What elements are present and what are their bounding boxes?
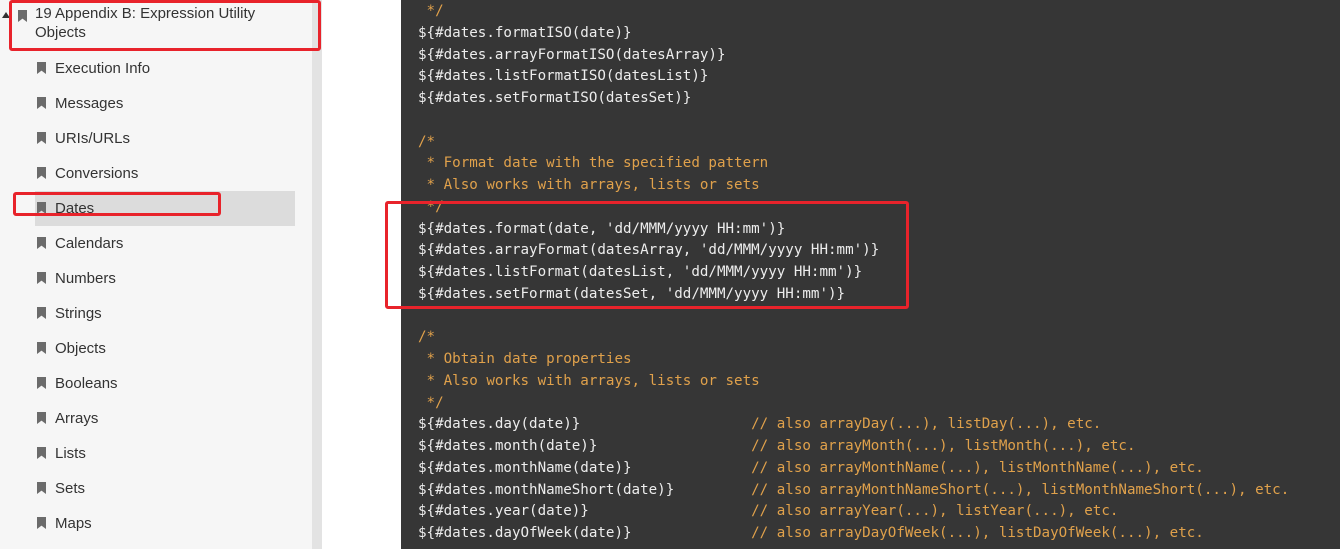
sidebar-item-label: Numbers (55, 270, 116, 287)
bookmark-icon (37, 377, 46, 389)
code-comment: * Also works with arrays, lists or sets (418, 372, 760, 389)
sidebar-item-sets[interactable]: Sets (35, 471, 295, 506)
sidebar-item-arrays[interactable]: Arrays (35, 401, 295, 436)
sidebar-item-lists[interactable]: Lists (35, 436, 295, 471)
code-comment: */ (418, 3, 444, 19)
code-line: * Obtain date properties (418, 348, 632, 370)
sidebar-item-label: Strings (55, 305, 102, 322)
code-comment: * Format date with the specified pattern (418, 155, 769, 172)
sidebar-item-calendars[interactable]: Calendars (35, 226, 295, 261)
bookmark-icon (37, 517, 46, 529)
code-text: ${#dates.setFormatISO(datesSet)} (418, 90, 692, 106)
sidebar-item-strings[interactable]: Strings (35, 296, 295, 331)
sidebar-scrollbar[interactable] (312, 0, 322, 549)
code-line: ${#dates.month(date)} // also arrayMonth… (418, 435, 1136, 457)
bookmark-icon (37, 97, 46, 109)
code-line: * Also works with arrays, lists or sets (418, 174, 760, 196)
code-comment: */ (418, 394, 444, 411)
code-line: ${#dates.setFormatISO(datesSet)} (418, 87, 691, 109)
code-comment: // also arrayDay(...), listDay(...), etc… (751, 416, 1102, 433)
sidebar-item-messages[interactable]: Messages (35, 86, 295, 121)
bookmark-icon (37, 62, 46, 74)
code-comment: * Obtain date properties (418, 351, 632, 367)
sidebar-item-uris-urls[interactable]: URIs/URLs (35, 121, 295, 156)
bookmark-icon (37, 272, 46, 284)
code-text: ${#dates.month(date)} (418, 438, 752, 454)
bookmark-icon (37, 342, 46, 354)
highlight-box-appendix (9, 0, 321, 51)
code-line: */ (418, 0, 444, 22)
sidebar-item-label: Conversions (55, 165, 139, 182)
sidebar-item-numbers[interactable]: Numbers (35, 261, 295, 296)
bookmark-icon (37, 447, 46, 459)
code-line: ${#dates.day(date)} // also arrayDay(...… (418, 413, 1101, 435)
bookmark-icon (37, 132, 46, 144)
code-text: ${#dates.monthName(date)} (418, 459, 752, 476)
sidebar-item-booleans[interactable]: Booleans (35, 366, 295, 401)
code-comment: /* (418, 133, 436, 150)
sidebar-item-label: Arrays (55, 410, 99, 427)
sidebar-item-objects[interactable]: Objects (35, 331, 295, 366)
code-line: ${#dates.arrayFormatISO(datesArray)} (418, 44, 726, 66)
sidebar-item-label: Objects (55, 340, 106, 357)
code-comment: // also arrayMonthNameShort(...), listMo… (751, 481, 1290, 498)
sidebar-item-label: Sets (55, 480, 86, 497)
bookmark-icon (37, 237, 46, 249)
sidebar-item-label: Messages (55, 95, 124, 112)
code-line: ${#dates.monthNameShort(date)} // also a… (418, 479, 1289, 501)
code-comment: * Also works with arrays, lists or sets (418, 177, 760, 193)
bookmark-icon (37, 307, 46, 319)
code-comment: /* (418, 329, 436, 346)
code-comment: // also arrayYear(...), listYear(...), e… (751, 503, 1119, 520)
highlight-box-format-code (385, 201, 909, 309)
bookmark-icon (37, 412, 46, 424)
code-line: * Format date with the specified pattern (418, 152, 769, 174)
code-comment: // also arrayDayOfWeek(...), listDayOfWe… (751, 525, 1204, 541)
bookmark-icon (37, 482, 46, 494)
code-text: ${#dates.listFormatISO(datesList)} (418, 68, 709, 85)
code-text: ${#dates.formatISO(date)} (418, 24, 632, 41)
sidebar-item-label: Lists (55, 445, 86, 462)
code-line: ${#dates.formatISO(date)} (418, 22, 632, 44)
sidebar-item-label: Calendars (55, 235, 124, 252)
sidebar-item-label: URIs/URLs (55, 130, 131, 147)
code-comment: // also arrayMonth(...), listMonth(...),… (751, 438, 1136, 454)
app-root: 19 Appendix B: Expression Utility Object… (0, 0, 1340, 549)
code-text: ${#dates.dayOfWeek(date)} (418, 525, 752, 541)
code-text: ${#dates.day(date)} (418, 416, 752, 433)
code-text: ${#dates.monthNameShort(date)} (418, 481, 752, 498)
code-line: * Also works with arrays, lists or sets (418, 370, 760, 392)
sidebar-item-conversions[interactable]: Conversions (35, 156, 295, 191)
sidebar-item-execution-info[interactable]: Execution Info (35, 51, 295, 86)
sidebar-item-label: Booleans (55, 375, 118, 392)
code-line: ${#dates.dayOfWeek(date)} // also arrayD… (418, 522, 1204, 544)
code-line: ${#dates.year(date)} // also arrayYear(.… (418, 500, 1118, 522)
highlight-box-dates (13, 192, 221, 216)
bookmark-icon (37, 167, 46, 179)
sidebar-item-label: Maps (55, 515, 92, 532)
code-line: /* (418, 131, 435, 153)
code-text: ${#dates.year(date)} (418, 503, 752, 520)
sidebar-item-label: Execution Info (55, 60, 151, 77)
code-line: /* (418, 326, 435, 348)
code-text: ${#dates.arrayFormatISO(datesArray)} (418, 46, 726, 63)
code-comment: // also arrayMonthName(...), listMonthNa… (751, 459, 1204, 476)
code-line: ${#dates.listFormatISO(datesList)} (418, 65, 708, 87)
sidebar-item-maps[interactable]: Maps (35, 506, 295, 541)
code-line: */ (418, 392, 444, 414)
sidebar-toc: 19 Appendix B: Expression Utility Object… (0, 0, 312, 549)
code-line: ${#dates.monthName(date)} // also arrayM… (418, 457, 1204, 479)
